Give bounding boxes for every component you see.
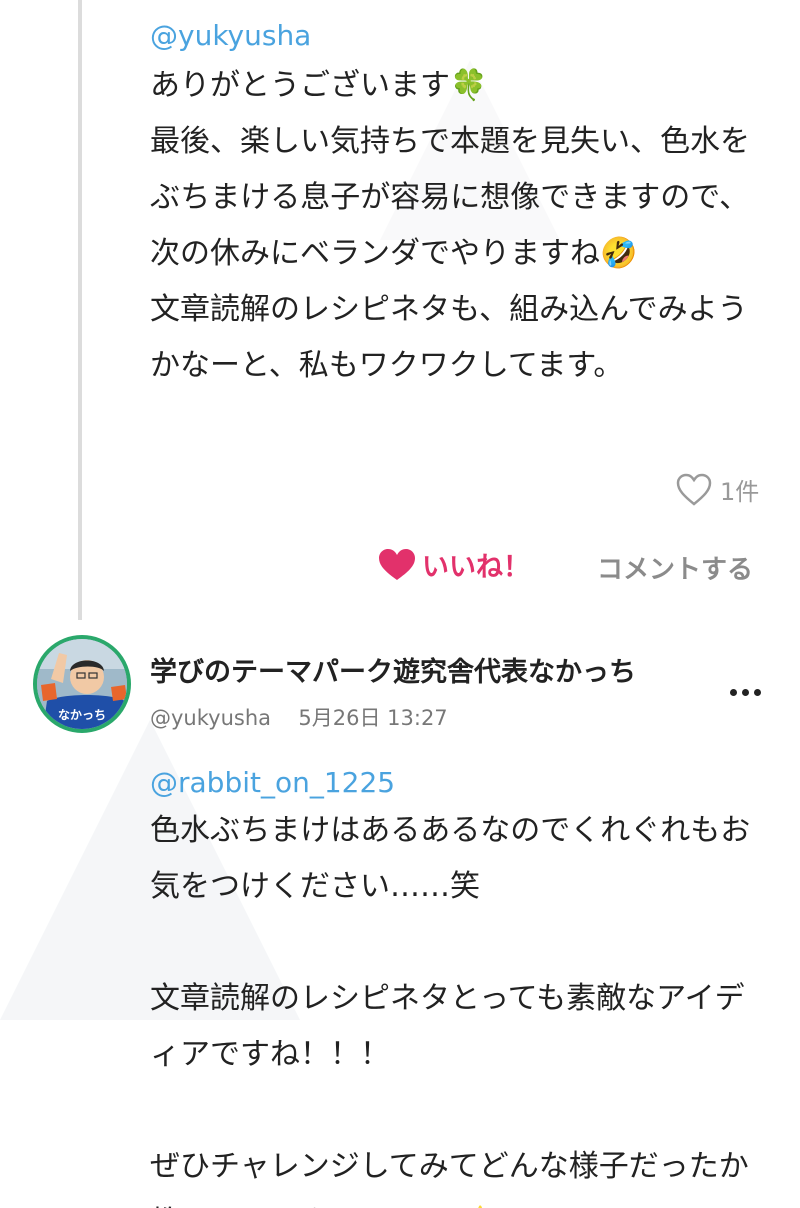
comment-paragraph: 文章読解のレシピネタとっても素敵なアイディアですね！！！ xyxy=(150,981,745,1072)
author-name[interactable]: 学びのテーマパーク遊究舎代表なかっち xyxy=(150,650,636,689)
heart-filled-icon xyxy=(379,548,415,580)
comment-paragraph: ありがとうございます🍀 最後、楽しい気持ちで本題を見失い、色水をぶちまける息子が… xyxy=(150,68,750,383)
comment-actions: いいね！ コメントする xyxy=(0,545,800,589)
mention-link[interactable]: @rabbit_on_1225 xyxy=(150,763,395,803)
comment-paragraph: 色水ぶちまけはあるあるなのでくれぐれもお気をつけください……笑 xyxy=(150,813,751,904)
like-count-label: 1件 xyxy=(720,478,760,506)
comment-body: ありがとうございます🍀 最後、楽しい気持ちで本題を見失い、色水をぶちまける息子が… xyxy=(150,58,760,394)
like-button[interactable]: いいね！ xyxy=(378,545,530,584)
thread-line xyxy=(78,0,82,620)
like-count[interactable]: 1件 xyxy=(676,472,759,507)
like-button-label: いいね！ xyxy=(422,552,530,583)
heart-outline-icon xyxy=(676,473,712,506)
more-dots-icon[interactable] xyxy=(730,682,764,702)
comment-body: 色水ぶちまけはあるあるなのでくれぐれもお気をつけください……笑 文章読解のレシピ… xyxy=(150,803,760,1208)
comment-paragraph: ぜひチャレンジしてみてどんな様子だったか教えてください(*´∀`*)🌟 xyxy=(150,1149,749,1208)
author-meta: @yukyusha 5月26日 13:27 xyxy=(150,702,448,732)
avatar-image: なかっち xyxy=(37,639,127,729)
avatar-label: なかっち xyxy=(58,708,106,722)
author-handle[interactable]: @yukyusha xyxy=(150,706,271,730)
timestamp: 5月26日 13:27 xyxy=(298,706,448,730)
comment-button[interactable]: コメントする xyxy=(597,549,753,586)
mention-link[interactable]: @yukyusha xyxy=(150,16,311,56)
avatar[interactable]: なかっち xyxy=(33,635,131,733)
